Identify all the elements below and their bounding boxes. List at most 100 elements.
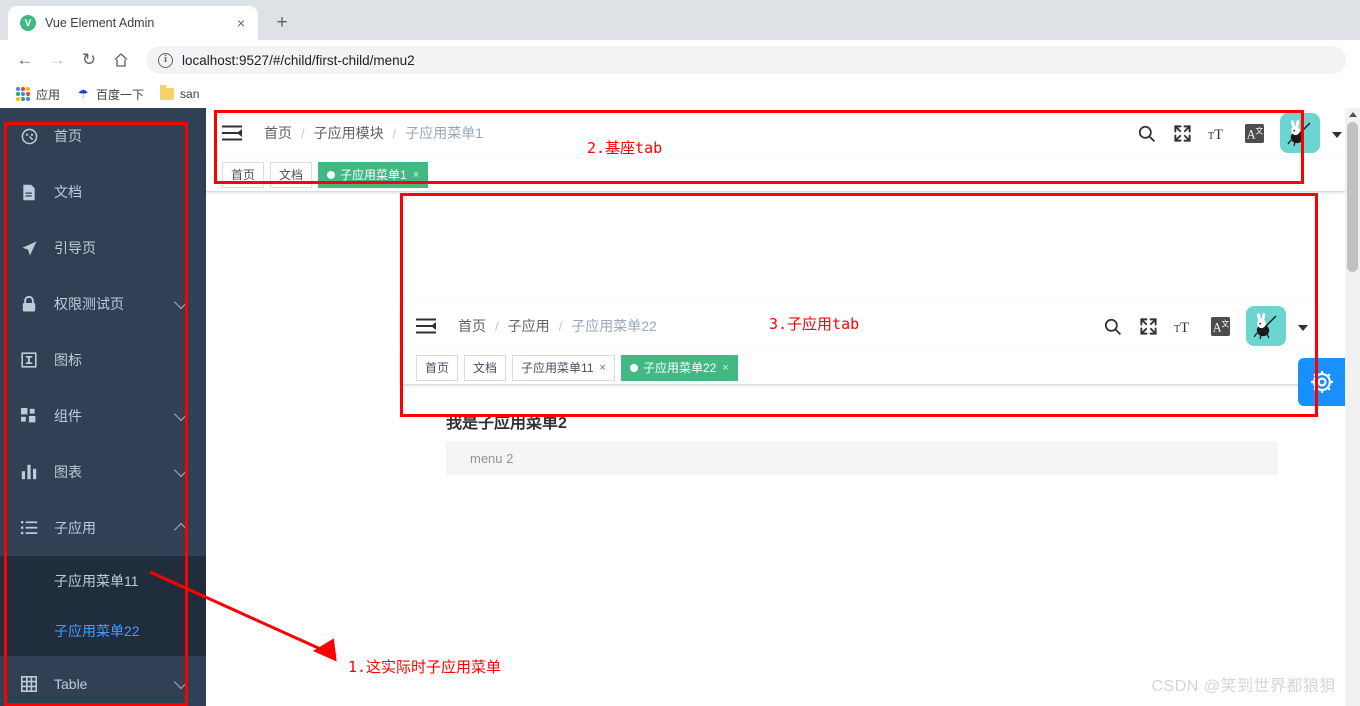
fullscreen-icon[interactable] [1172,123,1192,143]
tag-item[interactable]: 文档 [464,354,507,381]
sidebar-item-label: Table [54,676,88,692]
sidebar-item-document[interactable]: 文档 [0,164,206,220]
sidebar-item-subapp-menu22[interactable]: 子应用菜单22 [0,606,206,656]
avatar[interactable] [1246,306,1286,346]
folder-icon [160,85,175,100]
sidebar-item-label: 子应用菜单11 [54,573,139,589]
breadcrumb: 首页 / 子应用模块 / 子应用菜单1 [264,123,483,143]
home-icon[interactable] [106,45,136,75]
new-tab-button[interactable]: + [268,9,296,37]
chevron-up-icon [173,522,189,538]
chevron-down-icon [173,462,189,478]
bookmark-baidu[interactable]: ☂ 百度一下 [70,84,150,105]
tag-label: 文档 [473,361,498,375]
tag-item[interactable]: 首页 [222,161,265,188]
search-icon[interactable] [1136,123,1156,143]
sidebar-item-guide[interactable]: 引导页 [0,220,206,276]
close-icon[interactable]: × [722,362,728,374]
page-viewport: 首页 文档 引导页 权限测试页 图标 组件 图表 子应用 子应用菜单11 子应用… [0,108,1360,706]
browser-tab[interactable]: V Vue Element Admin × [8,6,258,40]
sidebar-item-label: 图表 [54,464,82,480]
tag-item[interactable]: 文档 [270,161,313,188]
child-tags-view: 首页 文档 子应用菜单11 × 子应用菜单22 × [400,351,1318,385]
chevron-down-icon [173,674,189,690]
sidebar-item-table[interactable]: Table [0,656,206,706]
svg-text:T: T [1180,319,1189,335]
scroll-up-icon[interactable] [1349,112,1357,117]
browser-window: V Vue Element Admin × + ← → ↻ i localhos… [0,0,1360,706]
hamburger-icon[interactable] [416,318,436,334]
settings-gear-button[interactable] [1298,358,1346,406]
breadcrumb-separator: / [495,318,499,334]
sidebar-item-subapp-menu11[interactable]: 子应用菜单11 [0,556,206,606]
browser-tab-title: Vue Element Admin [45,16,155,30]
tag-item-active[interactable]: 子应用菜单1 × [318,161,429,188]
chevron-down-icon[interactable] [1332,132,1342,138]
bookmark-label: 百度一下 [96,87,145,102]
tag-item[interactable]: 首页 [416,354,459,381]
back-icon[interactable]: ← [10,45,40,75]
sidebar-item-dashboard[interactable]: 首页 [0,108,206,164]
sidebar-item-label: 文档 [54,184,82,200]
font-size-icon[interactable]: T T [1208,123,1228,143]
chevron-down-icon[interactable] [1298,325,1308,331]
browser-tabstrip: V Vue Element Admin × + [0,0,1360,40]
close-icon[interactable]: × [600,362,606,374]
translate-icon[interactable]: A 文 [1244,123,1264,143]
fullscreen-icon[interactable] [1138,316,1158,336]
navbar-actions: T T A 文 [1136,113,1352,153]
avatar[interactable] [1280,113,1320,153]
breadcrumb-separator: / [301,125,305,141]
sidebar-item-label: 子应用 [54,520,96,536]
bookmark-san[interactable]: san [154,85,205,103]
sidebar-item-permission[interactable]: 权限测试页 [0,276,206,332]
tags-view: 首页 文档 子应用菜单1 × [206,158,1352,192]
guide-icon [20,239,38,257]
breadcrumb-item[interactable]: 首页 [458,316,486,336]
annotation-label-3: 3.子应用tab [769,315,860,333]
svg-text:T: T [1174,323,1180,334]
svg-text:文: 文 [1255,125,1263,135]
forward-icon[interactable]: → [42,45,72,75]
child-app-body: 我是子应用菜单2 menu 2 [400,385,1318,475]
sidebar-item-icons[interactable]: 图标 [0,332,206,388]
reload-icon[interactable]: ↻ [74,45,104,75]
font-size-icon[interactable]: T T [1174,316,1194,336]
close-icon[interactable]: × [232,14,250,32]
tag-item[interactable]: 子应用菜单11 × [512,354,615,381]
sidebar-item-label: 子应用菜单22 [54,623,140,639]
tag-label: 子应用菜单11 [521,361,594,375]
sidebar-item-subapp[interactable]: 子应用 [0,500,206,556]
search-icon[interactable] [1102,316,1122,336]
svg-text:A: A [1212,320,1221,334]
table-icon [20,675,38,693]
sidebar-item-label: 权限测试页 [54,296,124,312]
child-panel-text: menu 2 [470,450,514,466]
info-icon[interactable]: i [158,52,173,68]
sidebar-item-label: 图标 [54,352,82,368]
apps-grid-icon [16,87,30,101]
scrollbar-thumb[interactable] [1347,122,1358,272]
child-app-container: 首页 / 子应用 / 子应用菜单22 T T A 文 首页 文档 子应用菜单11… [400,301,1318,523]
sidebar-item-label: 引导页 [54,240,96,256]
hamburger-icon[interactable] [222,125,242,141]
breadcrumb-item[interactable]: 子应用模块 [314,123,384,143]
sidebar-item-components[interactable]: 组件 [0,388,206,444]
address-bar[interactable]: i localhost:9527/#/child/first-child/men… [146,46,1346,74]
sidebar-submenu: 子应用菜单11 子应用菜单22 [0,556,206,656]
breadcrumb-item[interactable]: 首页 [264,123,292,143]
close-icon[interactable]: × [413,169,419,181]
list-icon [20,519,38,537]
translate-icon[interactable]: A 文 [1210,316,1230,336]
chevron-down-icon [173,294,189,310]
sidebar: 首页 文档 引导页 权限测试页 图标 组件 图表 子应用 子应用菜单11 子应用… [0,108,206,706]
tag-item-active[interactable]: 子应用菜单22 × [620,354,738,381]
active-dot-icon [629,363,638,372]
page-scrollbar[interactable] [1345,108,1360,706]
child-panel: menu 2 [446,441,1278,475]
tag-label: 子应用菜单1 [340,168,407,182]
breadcrumb-item[interactable]: 子应用 [508,316,550,336]
sidebar-item-charts[interactable]: 图表 [0,444,206,500]
sidebar-item-label: 组件 [54,408,82,424]
bookmark-apps[interactable]: 应用 [10,84,66,105]
